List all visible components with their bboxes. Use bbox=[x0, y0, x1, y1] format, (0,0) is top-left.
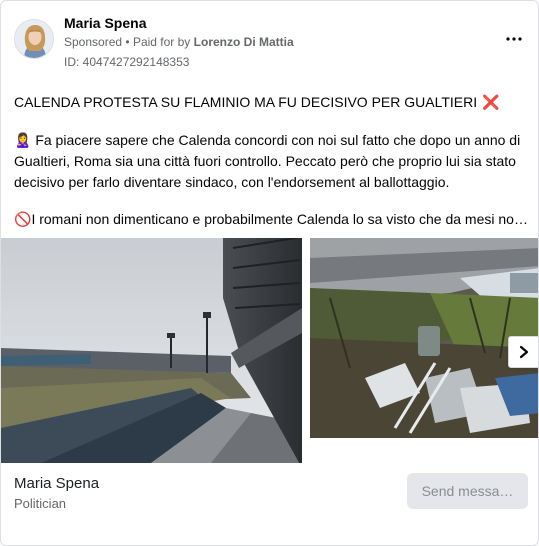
woman-emoji-icon: 🙎‍♀️ bbox=[14, 132, 32, 148]
more-options-icon bbox=[506, 37, 522, 41]
carousel-next-button[interactable] bbox=[508, 336, 538, 368]
headline-text: CALENDA PROTESTA SU FLAMINIO MA FU DECIS… bbox=[14, 94, 478, 110]
sponsored-label: Sponsored bbox=[64, 35, 123, 49]
carousel-image-debris[interactable] bbox=[310, 238, 538, 438]
cross-mark-icon: ❌ bbox=[482, 94, 500, 110]
ad-header: Maria Spena Sponsored • Paid for by Lore… bbox=[14, 15, 526, 71]
send-message-button[interactable]: Send messa… bbox=[407, 473, 528, 509]
ad-paragraph-1: 🙎‍♀️ Fa piacere sapere che Calenda conco… bbox=[14, 130, 529, 193]
ad-headline: CALENDA PROTESTA SU FLAMINIO MA FU DECIS… bbox=[14, 92, 500, 113]
meta-separator: • bbox=[125, 35, 130, 49]
avatar[interactable] bbox=[14, 19, 54, 59]
footer-page-category: Politician bbox=[14, 496, 67, 511]
chevron-right-icon bbox=[519, 345, 529, 359]
paragraph-2-text: I romani non dimenticano e probabilmente… bbox=[31, 211, 528, 227]
ad-paragraph-2: 🚫I romani non dimenticano e probabilment… bbox=[14, 209, 529, 230]
ad-card: Maria Spena Sponsored • Paid for by Lore… bbox=[0, 0, 539, 546]
image-carousel bbox=[1, 238, 538, 463]
more-options-button[interactable] bbox=[502, 31, 526, 47]
paid-for-label: Paid for by bbox=[132, 35, 191, 49]
footer-page-name[interactable]: Maria Spena bbox=[14, 475, 99, 492]
carousel-image-stadium[interactable] bbox=[1, 238, 302, 463]
ad-author-name[interactable]: Maria Spena bbox=[64, 15, 146, 31]
ad-sponsor-line: Sponsored • Paid for by Lorenzo Di Matti… bbox=[64, 35, 294, 49]
payer-name: Lorenzo Di Mattia bbox=[193, 35, 294, 49]
prohibited-icon: 🚫 bbox=[14, 211, 32, 227]
paragraph-1-text: Fa piacere sapere che Calenda concordi c… bbox=[14, 132, 521, 190]
ad-id: ID: 4047427292148353 bbox=[64, 55, 190, 69]
